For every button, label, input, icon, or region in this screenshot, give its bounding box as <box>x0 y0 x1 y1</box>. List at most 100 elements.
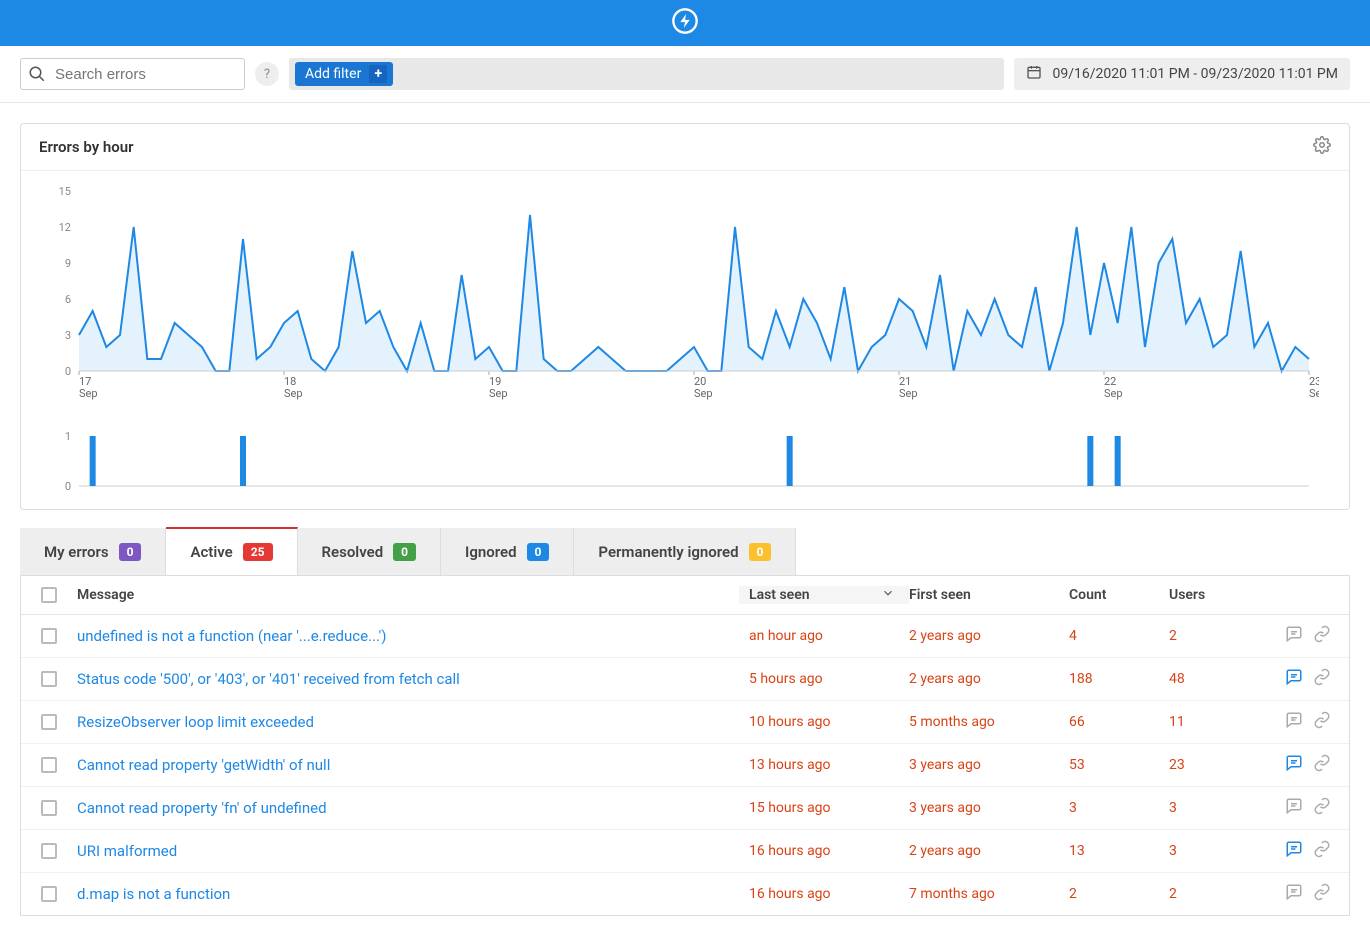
comment-icon[interactable] <box>1285 754 1303 776</box>
row-checkbox[interactable] <box>41 757 57 773</box>
tab-label: Active <box>190 543 232 561</box>
row-checkbox[interactable] <box>41 671 57 687</box>
chevron-down-icon <box>881 586 895 604</box>
col-users[interactable]: Users <box>1169 587 1269 603</box>
error-message-link[interactable]: Cannot read property 'fn' of undefined <box>77 799 749 817</box>
row-checkbox[interactable] <box>41 843 57 859</box>
count-value: 3 <box>1069 800 1169 816</box>
users-value: 48 <box>1169 671 1269 687</box>
link-icon[interactable] <box>1313 840 1331 862</box>
link-icon[interactable] <box>1313 711 1331 733</box>
error-message-link[interactable]: Cannot read property 'getWidth' of null <box>77 756 749 774</box>
tab-resolved[interactable]: Resolved 0 <box>298 528 442 575</box>
tab-badge: 0 <box>393 543 416 561</box>
tab-label: Resolved <box>322 543 384 561</box>
comment-icon[interactable] <box>1285 840 1303 862</box>
tab-permanently-ignored[interactable]: Permanently ignored0 <box>574 528 796 575</box>
error-message-link[interactable]: Status code '500', or '403', or '401' re… <box>77 670 749 688</box>
table-row: URI malformed16 hours ago2 years ago133 <box>21 830 1349 873</box>
count-value: 66 <box>1069 714 1169 730</box>
svg-text:0: 0 <box>65 480 71 491</box>
comment-icon[interactable] <box>1285 668 1303 690</box>
svg-text:1: 1 <box>65 431 71 443</box>
filter-bar: ? Add filter + 09/16/2020 11:01 PM - 09/… <box>0 46 1370 103</box>
svg-text:Sep: Sep <box>284 387 303 400</box>
error-tabs: My errors0Active25Resolved0Ignored0Perma… <box>20 528 1350 576</box>
comment-icon[interactable] <box>1285 711 1303 733</box>
table-row: undefined is not a function (near '...e.… <box>21 615 1349 658</box>
error-message-link[interactable]: d.map is not a function <box>77 885 749 903</box>
count-value: 53 <box>1069 757 1169 773</box>
search-help-button[interactable]: ? <box>255 62 279 86</box>
svg-text:Sep: Sep <box>899 387 918 400</box>
last-seen-value: 16 hours ago <box>749 843 909 859</box>
filters-area: Add filter + <box>289 58 1004 90</box>
col-message[interactable]: Message <box>77 587 749 603</box>
col-first-seen[interactable]: First seen <box>909 587 1069 603</box>
row-checkbox[interactable] <box>41 800 57 816</box>
date-range-picker[interactable]: 09/16/2020 11:01 PM - 09/23/2020 11:01 P… <box>1014 58 1350 90</box>
error-message-link[interactable]: ResizeObserver loop limit exceeded <box>77 713 749 731</box>
link-icon[interactable] <box>1313 668 1331 690</box>
link-icon[interactable] <box>1313 625 1331 647</box>
date-range-label: 09/16/2020 11:01 PM - 09/23/2020 11:01 P… <box>1052 66 1338 82</box>
add-filter-button[interactable]: Add filter + <box>295 62 393 86</box>
users-value: 3 <box>1169 800 1269 816</box>
errors-line-chart: 0369121517Sep18Sep19Sep20Sep21Sep22Sep23… <box>39 181 1331 401</box>
comment-icon[interactable] <box>1285 797 1303 819</box>
count-value: 2 <box>1069 886 1169 902</box>
col-last-seen[interactable]: Last seen <box>739 586 909 604</box>
error-message-link[interactable]: undefined is not a function (near '...e.… <box>77 627 749 645</box>
app-logo-icon <box>671 7 699 39</box>
select-all-checkbox[interactable] <box>41 587 57 603</box>
tab-badge: 0 <box>119 543 142 561</box>
row-checkbox[interactable] <box>41 886 57 902</box>
top-bar <box>0 0 1370 46</box>
row-checkbox[interactable] <box>41 714 57 730</box>
svg-text:Sep: Sep <box>1104 387 1123 400</box>
tab-my-errors[interactable]: My errors 0 <box>20 528 166 575</box>
table-row: d.map is not a function16 hours ago7 mon… <box>21 873 1349 915</box>
errors-table: Message Last seen First seen Count Users… <box>20 576 1350 916</box>
svg-text:15: 15 <box>59 185 71 198</box>
tab-ignored[interactable]: Ignored0 <box>441 528 574 575</box>
link-icon[interactable] <box>1313 797 1331 819</box>
first-seen-value: 3 years ago <box>909 800 1069 816</box>
count-value: 13 <box>1069 843 1169 859</box>
first-seen-value: 2 years ago <box>909 843 1069 859</box>
table-row: Cannot read property 'getWidth' of null1… <box>21 744 1349 787</box>
errors-chart-panel: Errors by hour 0369121517Sep18Sep19Sep20… <box>20 123 1350 510</box>
tab-label: My errors <box>44 543 109 561</box>
errors-bar-chart: 01 <box>39 431 1331 491</box>
gear-icon[interactable] <box>1313 136 1331 158</box>
count-value: 4 <box>1069 628 1169 644</box>
add-filter-label: Add filter <box>305 66 361 82</box>
users-value: 3 <box>1169 843 1269 859</box>
table-header: Message Last seen First seen Count Users <box>21 576 1349 615</box>
link-icon[interactable] <box>1313 754 1331 776</box>
comment-icon[interactable] <box>1285 883 1303 905</box>
last-seen-value: 13 hours ago <box>749 757 909 773</box>
users-value: 23 <box>1169 757 1269 773</box>
svg-text:Sep: Sep <box>694 387 713 400</box>
table-row: Cannot read property 'fn' of undefined15… <box>21 787 1349 830</box>
users-value: 2 <box>1169 886 1269 902</box>
error-message-link[interactable]: URI malformed <box>77 842 749 860</box>
link-icon[interactable] <box>1313 883 1331 905</box>
svg-text:3: 3 <box>65 329 71 342</box>
search-wrapper <box>20 58 245 90</box>
tab-active[interactable]: Active 25 <box>166 527 297 575</box>
svg-text:9: 9 <box>65 257 71 270</box>
row-checkbox[interactable] <box>41 628 57 644</box>
table-row: Status code '500', or '403', or '401' re… <box>21 658 1349 701</box>
tab-label: Permanently ignored <box>598 543 738 561</box>
table-row: ResizeObserver loop limit exceeded10 hou… <box>21 701 1349 744</box>
calendar-icon <box>1026 64 1042 84</box>
last-seen-value: an hour ago <box>749 628 909 644</box>
plus-icon: + <box>369 65 387 83</box>
search-input[interactable] <box>20 58 245 90</box>
count-value: 188 <box>1069 671 1169 687</box>
col-count[interactable]: Count <box>1069 587 1169 603</box>
comment-icon[interactable] <box>1285 625 1303 647</box>
tab-badge: 25 <box>243 543 273 561</box>
